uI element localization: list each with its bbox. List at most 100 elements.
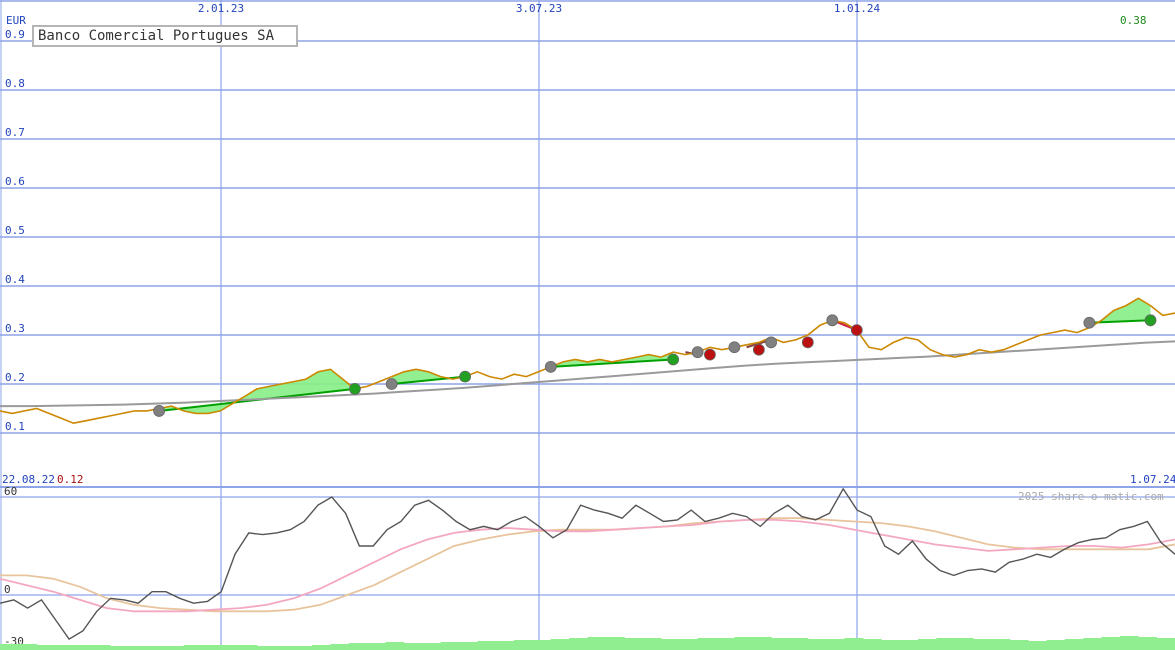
y-tick-label: 0.6 [5,175,25,188]
period-end-label: 1.07.24 [1130,473,1175,486]
y-tick-label: 0.8 [5,77,25,90]
period-start-value: 0.12 [57,473,84,486]
volume-bar [532,640,552,650]
y-tick-label: 0.4 [5,273,25,286]
volume-bar [183,645,203,650]
volume-bar [1083,638,1103,650]
signal-marker-red [703,348,716,361]
volume-bar [660,639,680,650]
volume-bar [91,645,111,650]
signal-marker-green [349,382,361,395]
volume-bar [1064,639,1084,650]
volume-bar [293,646,313,650]
volume-bar [954,638,974,650]
volume-bar [991,639,1011,650]
volume-bar [807,639,827,650]
volume-bar [312,645,331,650]
volume-bar [18,644,38,650]
signal-marker-grey [385,378,398,390]
volume-bar [1046,640,1066,650]
volume-bar [697,638,717,650]
volume-bar [514,640,533,650]
volume-bar [679,639,699,650]
volume-bar [55,645,74,650]
volume-bar [844,638,864,650]
volume-bar [587,637,607,650]
y-tick-label: 0.3 [5,322,25,335]
signal-marker-green [1144,314,1157,327]
volume-bar [881,640,901,650]
volume-bar [146,646,166,650]
volume-bar [257,646,276,650]
volume-bar [1138,637,1158,650]
volume-bar [569,638,588,650]
volume-bar [477,641,497,650]
x-tick-label: 3.07.23 [516,2,562,15]
volume-bar [973,639,992,650]
signal-marker-grey [691,346,704,359]
osc-tick-label: 0 [4,583,11,596]
volume-bar [1156,638,1175,650]
osc-tick-label: 60 [4,485,17,498]
volume-bar [624,638,644,650]
volume-bar [642,638,662,650]
volume-bar [826,639,846,650]
volume-bar [348,643,368,650]
volume-bar [1119,636,1139,650]
signal-marker-grey [1083,316,1096,329]
volume-bar [752,637,772,650]
signal-marker-red [752,343,765,356]
volume-bar [330,644,350,650]
signal-marker-red [801,336,814,349]
volume-bar [385,642,405,650]
volume-bar [1009,640,1029,650]
volume-bar [716,638,735,650]
currency-label: EUR [6,14,26,27]
volume-bar [1101,637,1121,650]
volume-bar [789,638,809,650]
x-tick-label: 2.01.23 [198,2,244,15]
signal-marker-green [459,370,472,383]
volume-bar [220,645,240,650]
period-start-label: 22.08.22 [2,473,55,486]
last-value-label: 0.38 [1120,14,1147,27]
volume-bar [201,645,221,650]
watermark: 2025 share-o-matic.com [1018,490,1164,503]
volume-bar [128,646,148,650]
signal-marker-grey [153,405,166,417]
chart-title: Banco Comercial Portugues SA [32,25,298,47]
volume-bar [238,645,258,650]
volume-bar [165,646,185,650]
volume-bar [605,637,625,650]
signal-marker-grey [544,360,557,373]
volume-bar [422,643,442,650]
volume-bar [403,643,423,650]
volume-bar [917,639,937,650]
volume-bar [0,644,19,650]
volume-bar [73,645,93,650]
volume-bar [771,638,790,650]
volume-bar [36,645,56,650]
volume-bar [550,639,570,650]
y-tick-label: 0.1 [5,420,25,433]
y-tick-label: 0.2 [5,371,25,384]
volume-bar [440,642,460,650]
volume-bar [734,637,754,650]
signal-marker-grey [728,341,741,354]
volume-bar [110,646,130,650]
chart-background [0,0,1175,650]
signal-marker-green [667,353,680,366]
signal-marker-grey [765,336,777,349]
volume-bar [495,641,515,650]
signal-marker-grey [826,314,839,327]
y-tick-label: 0.9 [5,28,25,41]
y-tick-label: 0.7 [5,126,25,139]
volume-bar [936,638,956,650]
x-tick-label: 1.01.24 [834,2,881,15]
volume-bar [275,646,295,650]
volume-bar [458,642,478,650]
volume-bar [1028,641,1047,650]
signal-marker-red [850,324,863,337]
volume-bar [899,640,919,650]
y-tick-label: 0.5 [5,224,25,237]
